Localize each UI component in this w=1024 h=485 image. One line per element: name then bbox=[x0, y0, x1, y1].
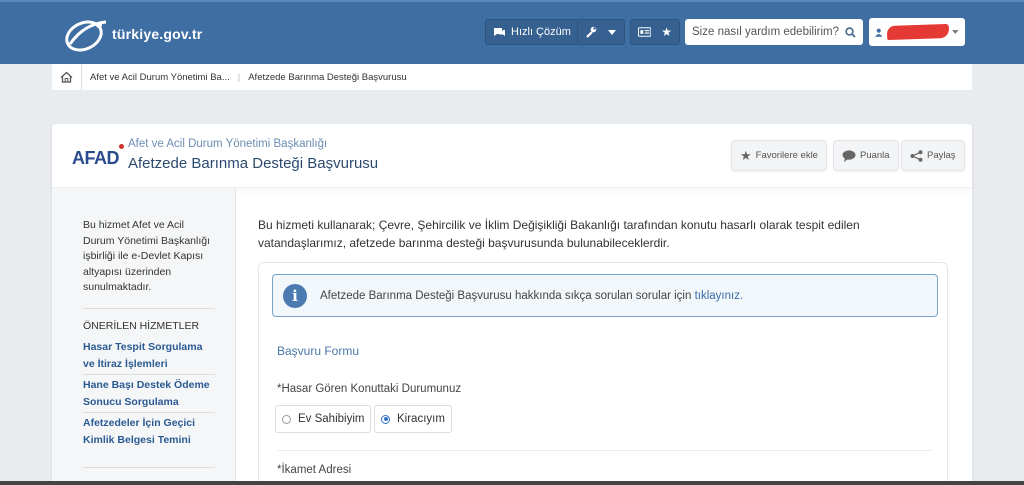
faq-info-message: Afetzede Barınma Desteği Başvurusu hakkı… bbox=[320, 289, 692, 302]
quick-solution-label: Hızlı Çözüm bbox=[511, 26, 571, 38]
share-icon bbox=[910, 149, 923, 162]
rate-label: Puanla bbox=[860, 150, 890, 161]
top-navbar: türkiye.gov.tr Hızlı Çözüm ★ Size nasıl … bbox=[0, 0, 1024, 64]
recommended-link-damage-assessment[interactable]: Hasar Tespit Sorgulama ve İtiraz İşlemle… bbox=[83, 339, 215, 372]
afad-logo: AFAD bbox=[72, 148, 120, 168]
star-icon[interactable]: ★ bbox=[661, 25, 672, 39]
afad-logo-dot bbox=[119, 144, 124, 149]
quick-solution-button[interactable]: Hızlı Çözüm bbox=[485, 19, 579, 45]
breadcrumb-item-institution[interactable]: Afet ve Acil Durum Yönetimi Ba... bbox=[82, 72, 238, 83]
radio-tenant-label: Kiracıyım bbox=[397, 413, 445, 425]
radio-tenant[interactable]: Kiracıyım bbox=[374, 405, 452, 433]
address-label: *İkamet Adresi bbox=[277, 464, 352, 476]
faq-link[interactable]: tıklayınız. bbox=[695, 290, 744, 302]
share-button[interactable]: Paylaş bbox=[901, 140, 965, 171]
add-favorites-button[interactable]: ★ Favorilere ekle bbox=[731, 140, 827, 171]
wrench-icon bbox=[586, 26, 597, 38]
caret-down-icon bbox=[608, 29, 616, 35]
home-icon[interactable] bbox=[52, 64, 82, 90]
logo-text: türkiye.gov.tr bbox=[112, 26, 203, 42]
breadcrumb: Afet ve Acil Durum Yönetimi Ba... | Afet… bbox=[52, 64, 972, 90]
form-title: Başvuru Formu bbox=[277, 344, 360, 358]
user-icon bbox=[875, 28, 883, 37]
id-card-icon bbox=[638, 27, 652, 37]
left-sidebar: Bu hizmet Afet ve Acil Durum Yönetimi Ba… bbox=[52, 188, 236, 485]
radio-tenant-indicator[interactable] bbox=[381, 414, 390, 424]
recommended-link-temporary-id[interactable]: Afetzedeler İçin Geçici Kimlik Belgesi T… bbox=[83, 415, 215, 448]
speech-bubble-icon bbox=[842, 149, 856, 162]
radio-homeowner-label: Ev Sahibiyim bbox=[298, 413, 365, 425]
tools-menu-button[interactable] bbox=[577, 19, 625, 45]
sidebar-divider bbox=[83, 374, 215, 375]
service-description: Bu hizmeti kullanarak; Çevre, Şehircilik… bbox=[258, 218, 860, 250]
search-placeholder: Size nasıl yardım edebilirim? bbox=[692, 26, 840, 38]
faq-info-text: Afetzede Barınma Desteği Başvurusu hakkı… bbox=[320, 290, 743, 302]
recommended-link-household-payment[interactable]: Hane Başı Destek Ödeme Sonucu Sorgulama bbox=[83, 377, 215, 410]
form-divider bbox=[277, 450, 933, 451]
service-card: AFAD Afet ve Acil Durum Yönetimi Başkanl… bbox=[52, 124, 972, 485]
radio-homeowner[interactable]: Ev Sahibiyim bbox=[275, 405, 372, 433]
caret-down-icon bbox=[952, 30, 959, 34]
sidebar-divider bbox=[83, 412, 215, 413]
breadcrumb-item-current: Afetzede Barınma Desteği Başvurusu bbox=[248, 71, 407, 83]
institution-name[interactable]: Afet ve Acil Durum Yönetimi Başkanlığı bbox=[128, 138, 327, 150]
sidebar-divider bbox=[83, 308, 215, 309]
id-card-button[interactable]: ★ bbox=[630, 19, 680, 45]
search-icon[interactable] bbox=[845, 26, 856, 38]
user-menu-button[interactable] bbox=[869, 18, 965, 46]
rate-button[interactable]: Puanla bbox=[833, 140, 899, 171]
radio-homeowner-indicator[interactable] bbox=[282, 414, 291, 424]
share-label: Paylaş bbox=[927, 150, 956, 161]
info-icon: i bbox=[283, 283, 307, 308]
residence-status-label: *Hasar Gören Konuttaki Durumunuz bbox=[277, 383, 462, 395]
logo-swoosh-icon bbox=[65, 20, 107, 52]
search-input[interactable]: Size nasıl yardım edebilirim? bbox=[685, 19, 863, 45]
star-icon: ★ bbox=[740, 147, 752, 163]
faq-info-box: i Afetzede Barınma Desteği Başvurusu hak… bbox=[272, 274, 938, 317]
page-title: Afetzede Barınma Desteği Başvurusu bbox=[128, 155, 379, 172]
taskbar-edge bbox=[0, 481, 1024, 485]
add-favorites-label: Favorilere ekle bbox=[755, 150, 818, 161]
chat-icon bbox=[494, 27, 505, 36]
turkiye-gov-logo[interactable]: türkiye.gov.tr bbox=[62, 14, 202, 54]
recommended-services-heading: ÖNERİLEN HİZMETLER bbox=[83, 320, 200, 332]
redacted-username bbox=[886, 23, 949, 41]
sidebar-intro-text: Bu hizmet Afet ve Acil Durum Yönetimi Ba… bbox=[83, 219, 211, 294]
service-header: AFAD Afet ve Acil Durum Yönetimi Başkanl… bbox=[52, 124, 972, 188]
sidebar-divider bbox=[83, 467, 215, 468]
